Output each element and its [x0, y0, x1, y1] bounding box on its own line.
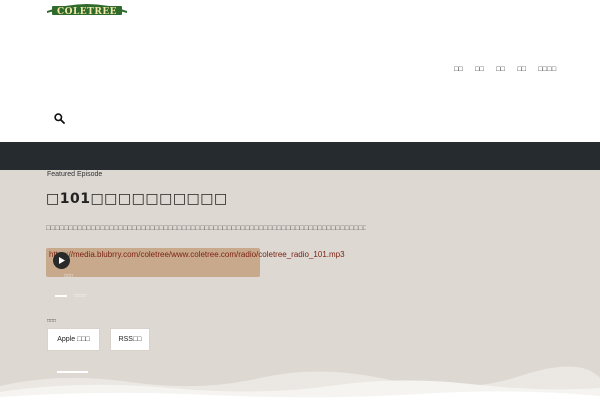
player-caption: □□□ — [64, 273, 74, 279]
audio-player: https://media.blubrry.com/coletree/www.c… — [46, 248, 345, 279]
progress-bar[interactable] — [55, 295, 67, 297]
play-icon — [59, 257, 65, 264]
wave-decoration — [0, 366, 600, 400]
play-button[interactable] — [53, 252, 70, 269]
media-url-link[interactable]: https://media.blubrry.com/coletree/www.c… — [49, 250, 345, 259]
rss-button[interactable]: RSS□□ — [110, 328, 150, 351]
time-label: □□□□ — [74, 293, 87, 299]
featured-label: Featured Episode — [47, 171, 103, 178]
featured-episode-section: Featured Episode □101□□□□□□□□□□ □□□□□□□□… — [0, 170, 600, 400]
nav-item-3[interactable]: □□ — [496, 66, 505, 76]
search-icon[interactable] — [54, 113, 65, 124]
coletree-logo[interactable]: COLETREE — [46, 0, 128, 16]
nav-item-4[interactable]: □□ — [517, 66, 526, 76]
nav-item-1[interactable]: □□ — [454, 66, 463, 76]
episode-title[interactable]: □101□□□□□□□□□□ — [46, 191, 228, 207]
apple-podcast-button[interactable]: Apple □□□ — [47, 328, 100, 351]
episode-description: □□□□□□□□□□□□□□□□□□□□□□□□□□□□□□□□□□□□□□□□… — [46, 225, 366, 232]
subscribe-label: □□□ — [47, 318, 57, 324]
main-nav: □□ □□ □□ □□ □□□□ — [454, 66, 556, 76]
nav-item-2[interactable]: □□ — [475, 66, 484, 76]
logo-text: COLETREE — [57, 7, 117, 16]
nav-item-5[interactable]: □□□□ — [538, 66, 556, 76]
header-band — [0, 142, 600, 170]
